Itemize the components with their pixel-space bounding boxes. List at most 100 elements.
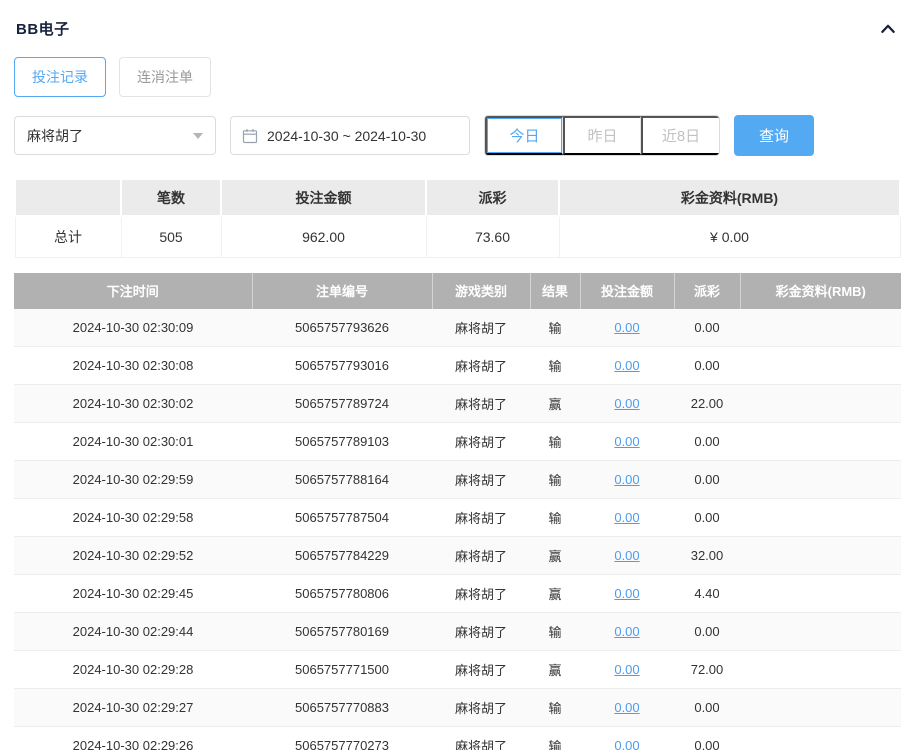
payout-cell: 0.00 [674,422,740,461]
table-row: 2024-10-30 02:29:58 5065757787504 麻将胡了输 0.0… [14,498,901,537]
result-cell: 输 [530,460,580,499]
table-row: 2024-10-30 02:29:59 5065757788164 麻将胡了输 0.0… [14,460,901,499]
jackpot-cell [740,650,901,689]
game-type-cell: 麻将胡了 [432,308,530,347]
table-row: 2024-10-30 02:29:44 5065757780169 麻将胡了输 0.0… [14,612,901,651]
bet-amount-cell: 0.00 [580,574,674,613]
bet-number-cell: 5065757787504 [252,498,432,537]
jackpot-cell [740,574,901,613]
jackpot-cell [740,726,901,750]
collapse-panel-button[interactable] [879,20,897,38]
bet-amount-cell: 0.00 [580,384,674,423]
calendar-icon [242,128,258,143]
bet-amount-cell: 0.00 [580,498,674,537]
jackpot-cell [740,384,901,423]
bet-amount-cell: 0.00 [580,536,674,575]
table-row: 2024-10-30 02:29:27 5065757770883 麻将胡了输 0.0… [14,688,901,727]
chevron-up-icon [881,24,895,33]
col-header-jackpot: 彩金资料(RMB) [740,272,901,309]
payout-cell: 32.00 [674,536,740,575]
payout-cell: 0.00 [674,612,740,651]
game-type-cell: 麻将胡了 [432,346,530,385]
search-button[interactable]: 查询 [734,115,814,156]
bet-time-cell: 2024-10-30 02:29:28 [14,650,252,689]
bet-time-cell: 2024-10-30 02:29:58 [14,498,252,537]
last-8-days-button[interactable]: 近8日 [641,116,719,155]
game-type-cell: 麻将胡了 [432,422,530,461]
payout-cell: 0.00 [674,460,740,499]
bet-time-cell: 2024-10-30 02:30:08 [14,346,252,385]
game-type-cell: 麻将胡了 [432,650,530,689]
bet-amount-cell: 0.00 [580,460,674,499]
bet-amount-link[interactable]: 0.00 [614,320,639,335]
game-type-cell: 麻将胡了 [432,536,530,575]
filter-bar: 麻将胡了 2024-10-30 ~ 2024-10-30 今日 昨日 近8日 查… [14,115,901,156]
bet-amount-link[interactable]: 0.00 [614,510,639,525]
bet-amount-cell: 0.00 [580,422,674,461]
result-cell: 赢 [530,384,580,423]
table-row: 2024-10-30 02:30:09 5065757793626 麻将胡了输 0.0… [14,308,901,347]
bet-number-cell: 5065757784229 [252,536,432,575]
jackpot-cell [740,308,901,347]
col-header-bet-number: 注单编号 [252,272,433,309]
result-cell: 输 [530,308,580,347]
bet-amount-link[interactable]: 0.00 [614,396,639,411]
bet-table-body: 2024-10-30 02:30:09 5065757793626 麻将胡了输 0.0… [14,308,901,750]
game-type-cell: 麻将胡了 [432,460,530,499]
table-row: 2024-10-30 02:29:45 5065757780806 麻将胡了赢 0.0… [14,574,901,613]
table-row: 2024-10-30 02:30:01 5065757789103 麻将胡了输 0.0… [14,422,901,461]
bet-amount-link[interactable]: 0.00 [614,700,639,715]
bet-amount-cell: 0.00 [580,726,674,750]
bet-amount-link[interactable]: 0.00 [614,358,639,373]
bet-number-cell: 5065757793016 [252,346,432,385]
summary-header-payout: 派彩 [425,178,560,217]
bet-number-cell: 5065757770273 [252,726,432,750]
summary-total-label: 总计 [14,215,122,258]
summary-header-jackpot: 彩金资料(RMB) [558,178,901,217]
game-type-cell: 麻将胡了 [432,612,530,651]
result-cell: 输 [530,612,580,651]
today-button[interactable]: 今日 [485,116,563,155]
summary-table: 笔数 投注金额 派彩 彩金资料(RMB) 总计 505 962.00 73.60… [14,178,901,258]
jackpot-cell [740,498,901,537]
bet-amount-link[interactable]: 0.00 [614,548,639,563]
bet-amount-link[interactable]: 0.00 [614,624,639,639]
bet-time-cell: 2024-10-30 02:30:01 [14,422,252,461]
bet-amount-cell: 0.00 [580,308,674,347]
col-header-bet-time: 下注时间 [14,272,253,309]
summary-total-row: 总计 505 962.00 73.60 ¥ 0.00 [14,215,901,258]
bet-time-cell: 2024-10-30 02:29:45 [14,574,252,613]
payout-cell: 0.00 [674,346,740,385]
bet-amount-link[interactable]: 0.00 [614,738,639,750]
payout-cell: 72.00 [674,650,740,689]
game-select[interactable]: 麻将胡了 [14,116,216,155]
result-cell: 输 [530,688,580,727]
jackpot-cell [740,422,901,461]
jackpot-cell [740,346,901,385]
payout-cell: 4.40 [674,574,740,613]
yesterday-button[interactable]: 昨日 [563,116,641,155]
bet-amount-link[interactable]: 0.00 [614,662,639,677]
bet-amount-link[interactable]: 0.00 [614,586,639,601]
bet-time-cell: 2024-10-30 02:29:26 [14,726,252,750]
result-cell: 赢 [530,650,580,689]
payout-cell: 0.00 [674,688,740,727]
table-row: 2024-10-30 02:30:08 5065757793016 麻将胡了输 0.0… [14,346,901,385]
date-range-picker[interactable]: 2024-10-30 ~ 2024-10-30 [230,116,470,155]
summary-count-value: 505 [120,215,222,258]
bet-number-cell: 5065757789724 [252,384,432,423]
game-type-cell: 麻将胡了 [432,574,530,613]
table-row: 2024-10-30 02:29:52 5065757784229 麻将胡了赢 0.0… [14,536,901,575]
tab-cancelled-bets[interactable]: 连消注单 [119,57,211,97]
bet-number-cell: 5065757780806 [252,574,432,613]
bet-number-cell: 5065757793626 [252,308,432,347]
result-cell: 赢 [530,536,580,575]
quick-date-buttons: 今日 昨日 近8日 [484,115,720,156]
tab-bet-records[interactable]: 投注记录 [14,57,106,97]
bet-amount-link[interactable]: 0.00 [614,472,639,487]
payout-cell: 0.00 [674,726,740,750]
bet-time-cell: 2024-10-30 02:30:02 [14,384,252,423]
bet-amount-link[interactable]: 0.00 [614,434,639,449]
summary-bet-amount-value: 962.00 [220,215,427,258]
panel-header: BB电子 [14,0,901,51]
